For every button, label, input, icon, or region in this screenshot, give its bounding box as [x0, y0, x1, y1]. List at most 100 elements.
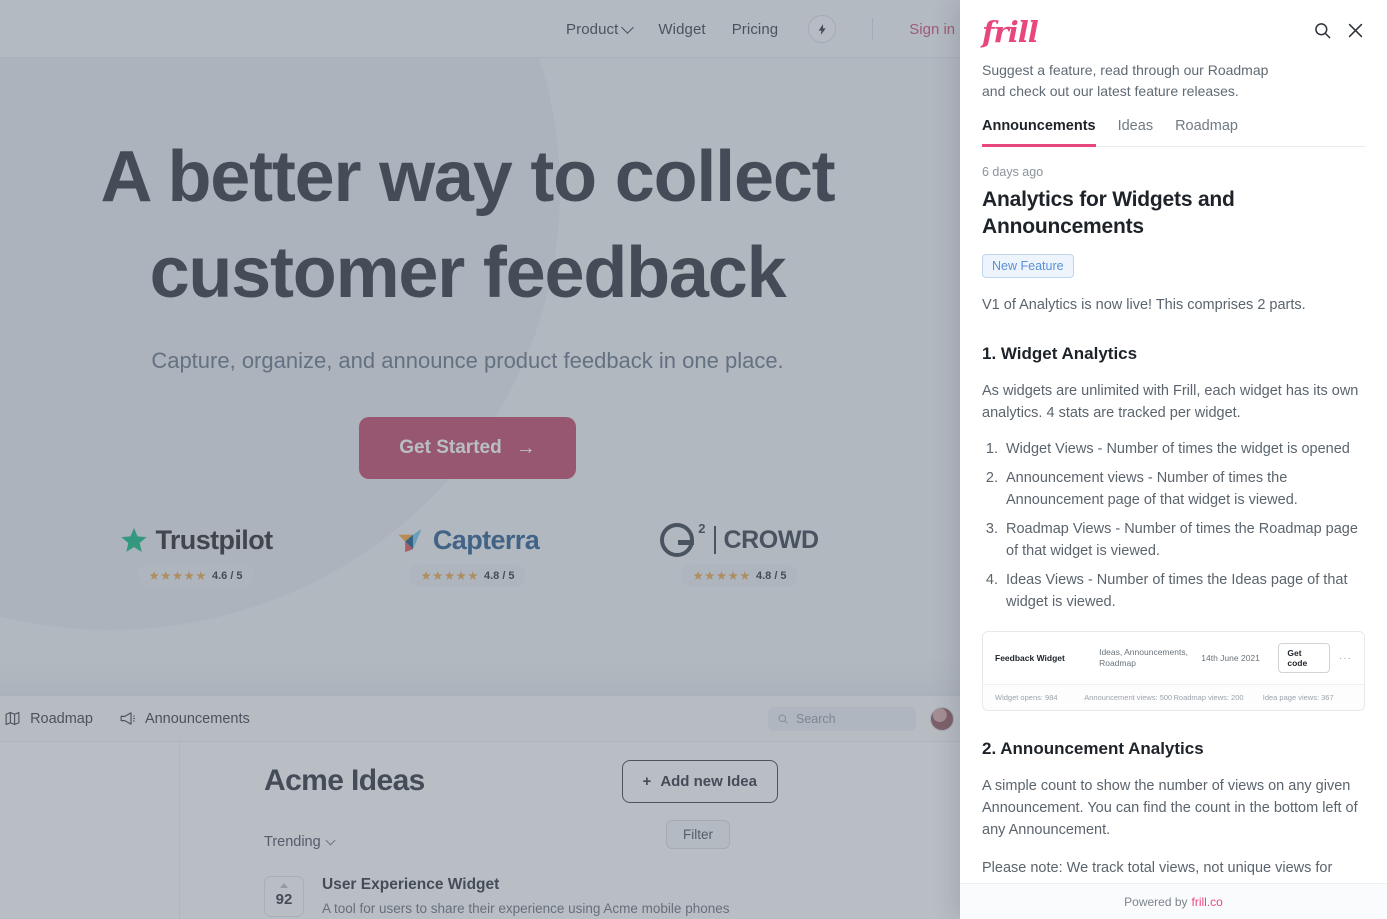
sign-in-link[interactable]: Sign in: [909, 21, 955, 38]
tab-announcements[interactable]: Announcements: [982, 118, 1096, 147]
embedded-stat-idea-page-views: Idea page views: 367: [1262, 693, 1334, 703]
embedded-stat-roadmap-views: Roadmap views: 200: [1173, 693, 1244, 703]
embedded-stat-announcement-views: Announcement views: 500: [1084, 693, 1173, 703]
add-new-idea-label: Add new Idea: [660, 773, 757, 790]
nav-link-product-label: Product: [566, 20, 619, 38]
status-badge: New Feature: [982, 253, 1074, 278]
tab-roadmap[interactable]: Roadmap: [1175, 118, 1238, 147]
app-sidebar-item-bugs[interactable]: ugs: [0, 840, 179, 856]
capterra-stars: ★★★★★: [420, 569, 479, 583]
announcement-intro: V1 of Analytics is now live! This compri…: [982, 296, 1306, 313]
frill-co-link[interactable]: frill.co: [1192, 895, 1223, 909]
app-nav-announcements[interactable]: Announcements: [119, 710, 250, 727]
announcement-title: Analytics for Widgets and Announcements: [982, 188, 1235, 238]
capterra-logo: Capterra: [368, 522, 568, 558]
section-2-heading: 2. Announcement Analytics: [982, 739, 1204, 759]
nav-link-pricing[interactable]: Pricing: [732, 21, 779, 38]
idea-vote-count: 92: [275, 891, 293, 908]
nav-link-widget-label: Widget: [658, 20, 706, 38]
embedded-screenshot-row: Feedback Widget Ideas, Announcements, Ro…: [983, 632, 1364, 686]
caret-up-icon: [280, 883, 288, 888]
capterra-mark-icon: [398, 528, 422, 552]
g2crowd-name: CROWD: [723, 525, 820, 554]
get-started-button[interactable]: Get Started →: [359, 416, 576, 479]
chevron-down-icon: [325, 835, 336, 845]
nav-link-product[interactable]: Product: [566, 20, 635, 38]
app-nav-roadmap[interactable]: Roadmap: [4, 710, 93, 727]
g2crowd-rating-pill: ★★★★★ 4.8 / 5: [681, 564, 798, 587]
capterra-name: Capterra: [432, 524, 540, 555]
trustpilot-name: Trustpilot: [155, 524, 274, 555]
section-1-body: As widgets are unlimited with Frill, eac…: [982, 382, 1359, 421]
widget-analytics-list: Widget Views - Number of times the widge…: [1002, 438, 1365, 613]
nav-link-widget[interactable]: Widget: [658, 21, 705, 38]
idea-list-item[interactable]: 92 User Experience Widget A tool for use…: [264, 876, 970, 917]
hero-title-line-1: A better way to collect: [100, 137, 836, 217]
g2-circle-shape: [660, 523, 695, 557]
get-started-label: Get Started: [399, 436, 502, 458]
trustpilot-rating-pill: ★★★★★ 4.6 / 5: [137, 564, 254, 587]
capterra-rating-pill: ★★★★★ 4.8 / 5: [409, 564, 526, 587]
widget-header-actions: [1313, 16, 1365, 40]
search-icon: [778, 714, 788, 724]
sort-trending-label: Trending: [264, 834, 321, 850]
trustpilot-logo: Trustpilot: [96, 522, 296, 558]
app-search-placeholder: Search: [796, 711, 836, 726]
section-1-heading: 1. Widget Analytics: [982, 343, 1138, 363]
capterra-rating-value: 4.8 / 5: [483, 569, 515, 582]
app-nav-announcements-label: Announcements: [144, 710, 250, 727]
widget-tabs: Announcements Ideas Roadmap: [982, 118, 1365, 147]
more-options-icon: ···: [1339, 652, 1352, 664]
app-preview-body: chived o status ugs Acme Ideas + Add new…: [0, 742, 970, 919]
idea-text-block: User Experience Widget A tool for users …: [322, 876, 729, 916]
badge-g2crowd: 2 CROWD ★★★★★ 4.8 / 5: [640, 521, 840, 587]
app-sidebar-item-no-status[interactable]: o status: [0, 805, 179, 821]
trustpilot-stars: ★★★★★: [148, 569, 207, 583]
lightning-bolt-button[interactable]: [808, 15, 837, 43]
list-item: Announcement views - Number of times the…: [1002, 467, 1365, 511]
list-item: Widget Views - Number of times the widge…: [1002, 438, 1365, 460]
arrow-right-icon: →: [515, 436, 536, 459]
map-icon: [5, 711, 20, 726]
widget-content-scroll[interactable]: 6 days ago Analytics for Widgets and Ann…: [960, 147, 1387, 883]
app-preview-topbar: Acme Ideas Roadmap: [0, 696, 970, 742]
announcement-note: Please note: We track total views, not u…: [982, 860, 1333, 883]
get-code-button: Get code: [1278, 643, 1330, 674]
add-new-idea-button[interactable]: + Add new Idea: [621, 760, 778, 803]
search-icon[interactable]: [1313, 21, 1332, 40]
app-sort-row: Trending: [264, 834, 970, 850]
badge-trustpilot: Trustpilot ★★★★★ 4.6 / 5: [96, 522, 296, 587]
embedded-widget-name: Feedback Widget: [995, 653, 1065, 664]
megaphone-icon: [120, 712, 135, 725]
frill-widget-panel: frill Suggest a feature, read through ou…: [960, 0, 1387, 919]
avatar[interactable]: [930, 706, 954, 731]
screen-root: Product Widget Pricing Sign in Sign up: [0, 0, 1387, 919]
idea-title: User Experience Widget: [322, 876, 500, 893]
app-sidebar-item-archived[interactable]: chived: [0, 770, 179, 786]
embedded-stat-widget-opens: Widget opens: 984: [995, 693, 1058, 703]
embedded-widget-pages: Ideas, Announcements, Roadmap: [1099, 646, 1188, 669]
list-item: Ideas Views - Number of times the Ideas …: [1002, 569, 1365, 613]
trustpilot-rating-value: 4.6 / 5: [211, 569, 243, 582]
review-badges: Trustpilot ★★★★★ 4.6 / 5 Capterra ★★★★★ …: [0, 521, 935, 587]
hero-title-line-2: customer feedback: [149, 232, 787, 313]
embedded-screenshot-stats: Widget opens: 984 Announcement views: 50…: [983, 685, 1364, 711]
close-icon[interactable]: [1346, 21, 1365, 40]
widget-description: Suggest a feature, read through our Road…: [982, 62, 1269, 99]
tab-ideas[interactable]: Ideas: [1118, 118, 1153, 147]
widget-header-top-row: frill: [982, 16, 1365, 47]
frill-logo: frill: [982, 15, 1039, 49]
badge-capterra: Capterra ★★★★★ 4.8 / 5: [368, 522, 568, 587]
idea-vote-box[interactable]: 92: [264, 876, 304, 917]
g2-superscript: 2: [698, 521, 706, 536]
embedded-widget-date: 14th June 2021: [1201, 653, 1260, 664]
announcement-date: 6 days ago: [982, 165, 1044, 179]
embedded-analytics-screenshot: Feedback Widget Ideas, Announcements, Ro…: [982, 631, 1365, 712]
idea-description: A tool for users to share their experien…: [322, 901, 730, 916]
g2crowd-stars: ★★★★★: [692, 569, 751, 583]
app-nav-roadmap-label: Roadmap: [30, 710, 93, 727]
filter-button[interactable]: Filter: [666, 820, 730, 849]
app-search-input[interactable]: Search: [768, 706, 916, 731]
sort-trending-dropdown[interactable]: Trending: [264, 834, 336, 850]
app-sidebar: chived o status ugs: [0, 742, 180, 919]
